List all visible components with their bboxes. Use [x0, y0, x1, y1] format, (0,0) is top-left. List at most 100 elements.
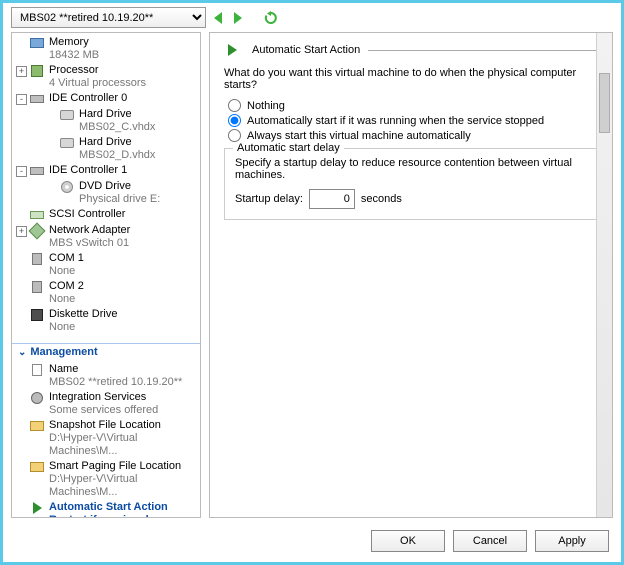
radio-always[interactable]: Always start this virtual machine automa…	[228, 129, 598, 142]
mgmt-item-2[interactable]: Snapshot File LocationD:\Hyper-V\Virtual…	[12, 418, 200, 459]
nav-back-button[interactable]	[212, 11, 226, 25]
tree-item-sublabel: Restart if previously running	[49, 514, 196, 518]
startup-delay-group: Automatic start delay Specify a startup …	[224, 148, 598, 220]
tree-item-label: Smart Paging File Location	[49, 460, 196, 473]
tree-item-label: Integration Services	[49, 391, 158, 404]
cpu-icon	[29, 64, 45, 78]
hw-item-11[interactable]: Diskette DriveNone	[12, 307, 200, 335]
toolbar: MBS02 **retired 10.19.20**	[3, 3, 621, 32]
scrollbar-thumb[interactable]	[599, 73, 610, 133]
tree-item-label: Name	[49, 363, 182, 376]
tree-item-label: DVD Drive	[79, 180, 160, 193]
hw-item-0[interactable]: Memory18432 MB	[12, 35, 200, 63]
startup-delay-legend: Automatic start delay	[233, 142, 344, 154]
tree-item-label: IDE Controller 1	[49, 164, 127, 177]
chip-icon	[29, 36, 45, 50]
play-icon	[224, 43, 240, 57]
startup-delay-input[interactable]	[309, 189, 355, 209]
play-icon	[29, 501, 45, 515]
mgmt-item-0[interactable]: NameMBS02 **retired 10.19.20**	[12, 362, 200, 390]
mgmt-item-3[interactable]: Smart Paging File LocationD:\Hyper-V\Vir…	[12, 459, 200, 500]
hw-item-1[interactable]: +Processor4 Virtual processors	[12, 63, 200, 91]
tree-expander	[16, 282, 27, 293]
tree-item-label: Diskette Drive	[49, 308, 117, 321]
tree-item-sublabel: 18432 MB	[49, 49, 99, 62]
apply-button[interactable]: Apply	[535, 530, 609, 552]
hw-item-5[interactable]: - IDE Controller 1	[12, 163, 200, 179]
tree-item-sublabel: MBS vSwitch 01	[49, 237, 130, 250]
tree-item-label: COM 1	[49, 252, 84, 265]
tree-item-sublabel: None	[49, 321, 117, 334]
settings-sidebar[interactable]: Memory18432 MB+Processor4 Virtual proces…	[11, 32, 201, 518]
tree-expander	[16, 421, 27, 432]
tree-item-label: Automatic Start Action	[49, 501, 196, 514]
hw-item-10[interactable]: COM 2None	[12, 279, 200, 307]
refresh-button[interactable]	[264, 11, 278, 25]
tree-item-label: Snapshot File Location	[49, 419, 196, 432]
tree-item-label: SCSI Controller	[49, 208, 125, 221]
radio-auto-if-running-input[interactable]	[228, 114, 241, 127]
management-label: Management	[30, 346, 97, 358]
mgmt-item-4[interactable]: Automatic Start ActionRestart if previou…	[12, 500, 200, 518]
net-icon	[29, 224, 45, 238]
hw-item-9[interactable]: COM 1None	[12, 251, 200, 279]
tree-item-sublabel: MBS02_D.vhdx	[79, 149, 155, 162]
vm-selector-dropdown[interactable]: MBS02 **retired 10.19.20**	[11, 7, 206, 28]
hw-item-7[interactable]: SCSI Controller	[12, 207, 200, 223]
ok-button[interactable]: OK	[371, 530, 445, 552]
panel-title: Automatic Start Action	[252, 44, 360, 56]
scsi-icon	[29, 208, 45, 222]
hw-item-3[interactable]: Hard DriveMBS02_C.vhdx	[12, 107, 200, 135]
hardware-tree: Memory18432 MB+Processor4 Virtual proces…	[12, 33, 200, 339]
tree-expander[interactable]: +	[16, 66, 27, 77]
tree-expander	[16, 365, 27, 376]
radio-nothing[interactable]: Nothing	[228, 99, 598, 112]
ide-icon	[29, 164, 45, 178]
tree-item-label: Hard Drive	[79, 136, 155, 149]
panel-prompt: What do you want this virtual machine to…	[224, 67, 598, 91]
management-tree: NameMBS02 **retired 10.19.20**Integratio…	[12, 360, 200, 518]
tree-expander	[16, 210, 27, 221]
nav-forward-button[interactable]	[232, 11, 246, 25]
management-group-header[interactable]: ⌄ Management	[12, 343, 200, 360]
startup-delay-unit: seconds	[361, 193, 402, 205]
hw-item-6[interactable]: DVD DrivePhysical drive E:	[12, 179, 200, 207]
hw-item-8[interactable]: + Network AdapterMBS vSwitch 01	[12, 223, 200, 251]
tree-expander	[16, 462, 27, 473]
radio-always-input[interactable]	[228, 129, 241, 142]
panel-title-rule	[368, 50, 598, 51]
hw-item-4[interactable]: Hard DriveMBS02_D.vhdx	[12, 135, 200, 163]
dialog-button-bar: OK Cancel Apply	[3, 522, 621, 562]
com-icon	[29, 280, 45, 294]
cancel-button[interactable]: Cancel	[453, 530, 527, 552]
radio-nothing-label: Nothing	[247, 100, 285, 112]
radio-nothing-input[interactable]	[228, 99, 241, 112]
tree-expander	[16, 503, 27, 514]
com-icon	[29, 252, 45, 266]
main-area: Memory18432 MB+Processor4 Virtual proces…	[3, 32, 621, 522]
tree-expander	[16, 393, 27, 404]
tree-expander[interactable]: +	[16, 226, 27, 237]
tree-item-sublabel: None	[49, 265, 84, 278]
chevron-down-icon: ⌄	[18, 347, 26, 358]
gear-icon	[29, 391, 45, 405]
tree-expander[interactable]: -	[16, 94, 27, 105]
mgmt-item-1[interactable]: Integration ServicesSome services offere…	[12, 390, 200, 418]
tree-item-sublabel: Physical drive E:	[79, 193, 160, 206]
tree-expander[interactable]: -	[16, 166, 27, 177]
tree-item-sublabel: D:\Hyper-V\Virtual Machines\M...	[49, 432, 196, 458]
tree-item-sublabel: 4 Virtual processors	[49, 77, 146, 90]
folder-icon	[29, 419, 45, 433]
hdd-icon	[59, 108, 75, 122]
hw-item-2[interactable]: -IDE Controller 0	[12, 91, 200, 107]
startup-delay-note: Specify a startup delay to reduce resour…	[235, 157, 587, 181]
tree-item-label: Memory	[49, 36, 99, 49]
content-scrollbar[interactable]	[596, 33, 612, 517]
dvd-icon	[59, 180, 75, 194]
tree-item-sublabel: D:\Hyper-V\Virtual Machines\M...	[49, 473, 196, 499]
radio-auto-if-running[interactable]: Automatically start if it was running wh…	[228, 114, 598, 127]
floppy-icon	[29, 308, 45, 322]
tree-expander	[16, 254, 27, 265]
tree-expander	[46, 182, 57, 193]
tree-item-label: Network Adapter	[49, 224, 130, 237]
